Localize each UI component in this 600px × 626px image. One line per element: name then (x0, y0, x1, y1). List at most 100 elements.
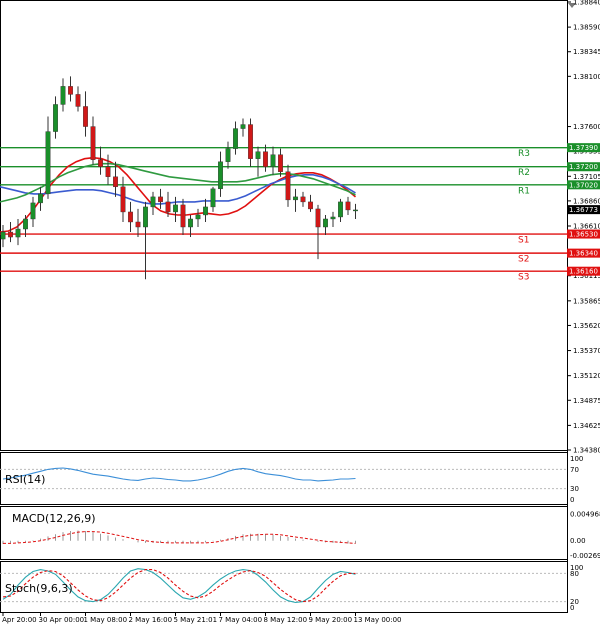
time-tick-label: 8 May 12:00 (264, 616, 308, 624)
candle-body (225, 148, 231, 162)
current-price-text: 1.36773 (569, 206, 598, 214)
level-badge-text-s3: 1.36160 (569, 268, 598, 276)
price-tick-label: 1.36860 (573, 197, 600, 205)
time-tick-label: 5 May 21:01 (174, 616, 218, 624)
candle-body (330, 216, 336, 220)
candle-body (308, 201, 313, 210)
candle-body (83, 106, 88, 127)
macd-tick-label: 0.00 (570, 537, 586, 545)
candle-body (8, 231, 13, 238)
candle-body (195, 214, 201, 220)
pivot-label-s2: S2 (518, 255, 529, 265)
price-tick-label: 1.34625 (573, 422, 600, 430)
candle-body (300, 196, 306, 203)
candle-body (173, 204, 178, 213)
price-axis-ticks: 1.38840 1.38590 1.38345 1.38100 1.37600 1.373… (567, 0, 600, 455)
level-badge-text-r3: 1.37390 (569, 144, 598, 152)
time-tick-label: 13 May 00:00 (354, 616, 402, 624)
candle-body (68, 86, 73, 95)
time-tick-label: 9 May 20:00 (309, 616, 353, 624)
candle-body (188, 218, 193, 228)
candle-body (30, 202, 36, 220)
candle-body (210, 188, 216, 208)
price-tick-label: 1.34380 (573, 447, 600, 455)
price-tick-label: 1.37105 (573, 173, 600, 181)
candle-body (218, 161, 223, 190)
candle-body (113, 176, 118, 188)
candle-body (233, 128, 238, 149)
candle-body (135, 221, 141, 228)
pivot-label-r2: R2 (518, 168, 530, 178)
candle-body (345, 201, 351, 211)
candle-body (353, 209, 358, 212)
candle-body (45, 131, 51, 195)
macd-tick-label: -0.002696 (570, 552, 600, 560)
candle-body (120, 186, 126, 213)
macd-tick-label: 0.004968 (570, 510, 600, 518)
candle-body (248, 124, 253, 159)
macd-title: MACD(12,26,9) (12, 512, 96, 525)
stoch-panel[interactable] (0, 561, 568, 613)
candle-body (263, 151, 268, 167)
candle-body (98, 159, 103, 167)
candle-body (293, 196, 298, 201)
candle-body (240, 124, 246, 129)
price-tick-label: 1.35865 (573, 297, 600, 305)
time-tick-label: 30 Apr 00:00 (39, 616, 85, 624)
candle-body (128, 211, 133, 223)
candle-body (315, 208, 321, 228)
candle-body (255, 151, 261, 159)
rsi-tick-label: 100 (570, 455, 583, 463)
pivot-label-r1: R1 (518, 186, 530, 196)
time-axis: 29 Apr 20:0030 Apr 00:001 May 08:002 May… (0, 612, 402, 624)
stoch-tick-label: 80 (570, 570, 579, 578)
candle-body (203, 206, 208, 216)
price-panel[interactable] (0, 0, 568, 451)
price-tick-label: 1.38590 (573, 24, 600, 32)
candle-body (180, 204, 186, 228)
candle-body (165, 201, 171, 213)
level-badge-text-r2: 1.37200 (569, 163, 598, 171)
price-tick-label: 1.37600 (573, 123, 600, 131)
candle-body (150, 196, 156, 208)
level-badge-text-r1: 1.37020 (569, 181, 598, 189)
candle-body (15, 228, 21, 238)
candle-body (158, 196, 163, 203)
candle-body (278, 154, 283, 172)
price-tick-label: 1.35370 (573, 347, 600, 355)
price-tick-label: 1.38100 (573, 73, 600, 81)
stoch-tick-label: 0 (570, 604, 574, 612)
price-tick-label: 1.35620 (573, 322, 600, 330)
pivot-label-s1: S1 (518, 236, 529, 246)
candle-body (60, 86, 66, 105)
candle-body (23, 218, 28, 230)
level-badges: 1.37390 1.37200 1.37020 1.36530 1.36340 1.361… (567, 143, 600, 276)
level-badge-text-s2: 1.36340 (569, 250, 598, 258)
rsi-tick-label: 30 (570, 485, 579, 493)
price-tick-label: 1.38840 (573, 0, 600, 7)
candle-body (323, 218, 328, 228)
candle-body (105, 166, 111, 177)
candle-body (53, 104, 58, 132)
rsi-tick-label: 0 (570, 496, 574, 504)
pivot-label-r3: R3 (518, 149, 530, 159)
rsi-panel[interactable] (0, 452, 568, 505)
rsi-tick-label: 70 (570, 466, 579, 474)
time-tick-label: 7 May 04:00 (219, 616, 263, 624)
pivot-label-s3: S3 (518, 273, 529, 283)
price-tick-label: 1.34875 (573, 397, 600, 405)
price-tick-label: 1.38345 (573, 48, 600, 56)
time-tick-label: 29 Apr 20:00 (0, 616, 37, 624)
candle-body (75, 94, 81, 107)
time-tick-label: 1 May 08:00 (84, 616, 128, 624)
candle-body (90, 126, 96, 160)
candle-body (143, 206, 148, 228)
candle-body (0, 231, 6, 240)
candle-body (270, 154, 276, 167)
candle-body (285, 171, 291, 201)
level-badge-text-s1: 1.36530 (569, 231, 598, 239)
candle-body (338, 201, 343, 218)
chart-window: 1.38840 1.38590 1.38345 1.38100 1.37600 1.373… (0, 0, 600, 626)
time-tick-label: 2 May 16:00 (129, 616, 173, 624)
candle-body (38, 193, 43, 204)
